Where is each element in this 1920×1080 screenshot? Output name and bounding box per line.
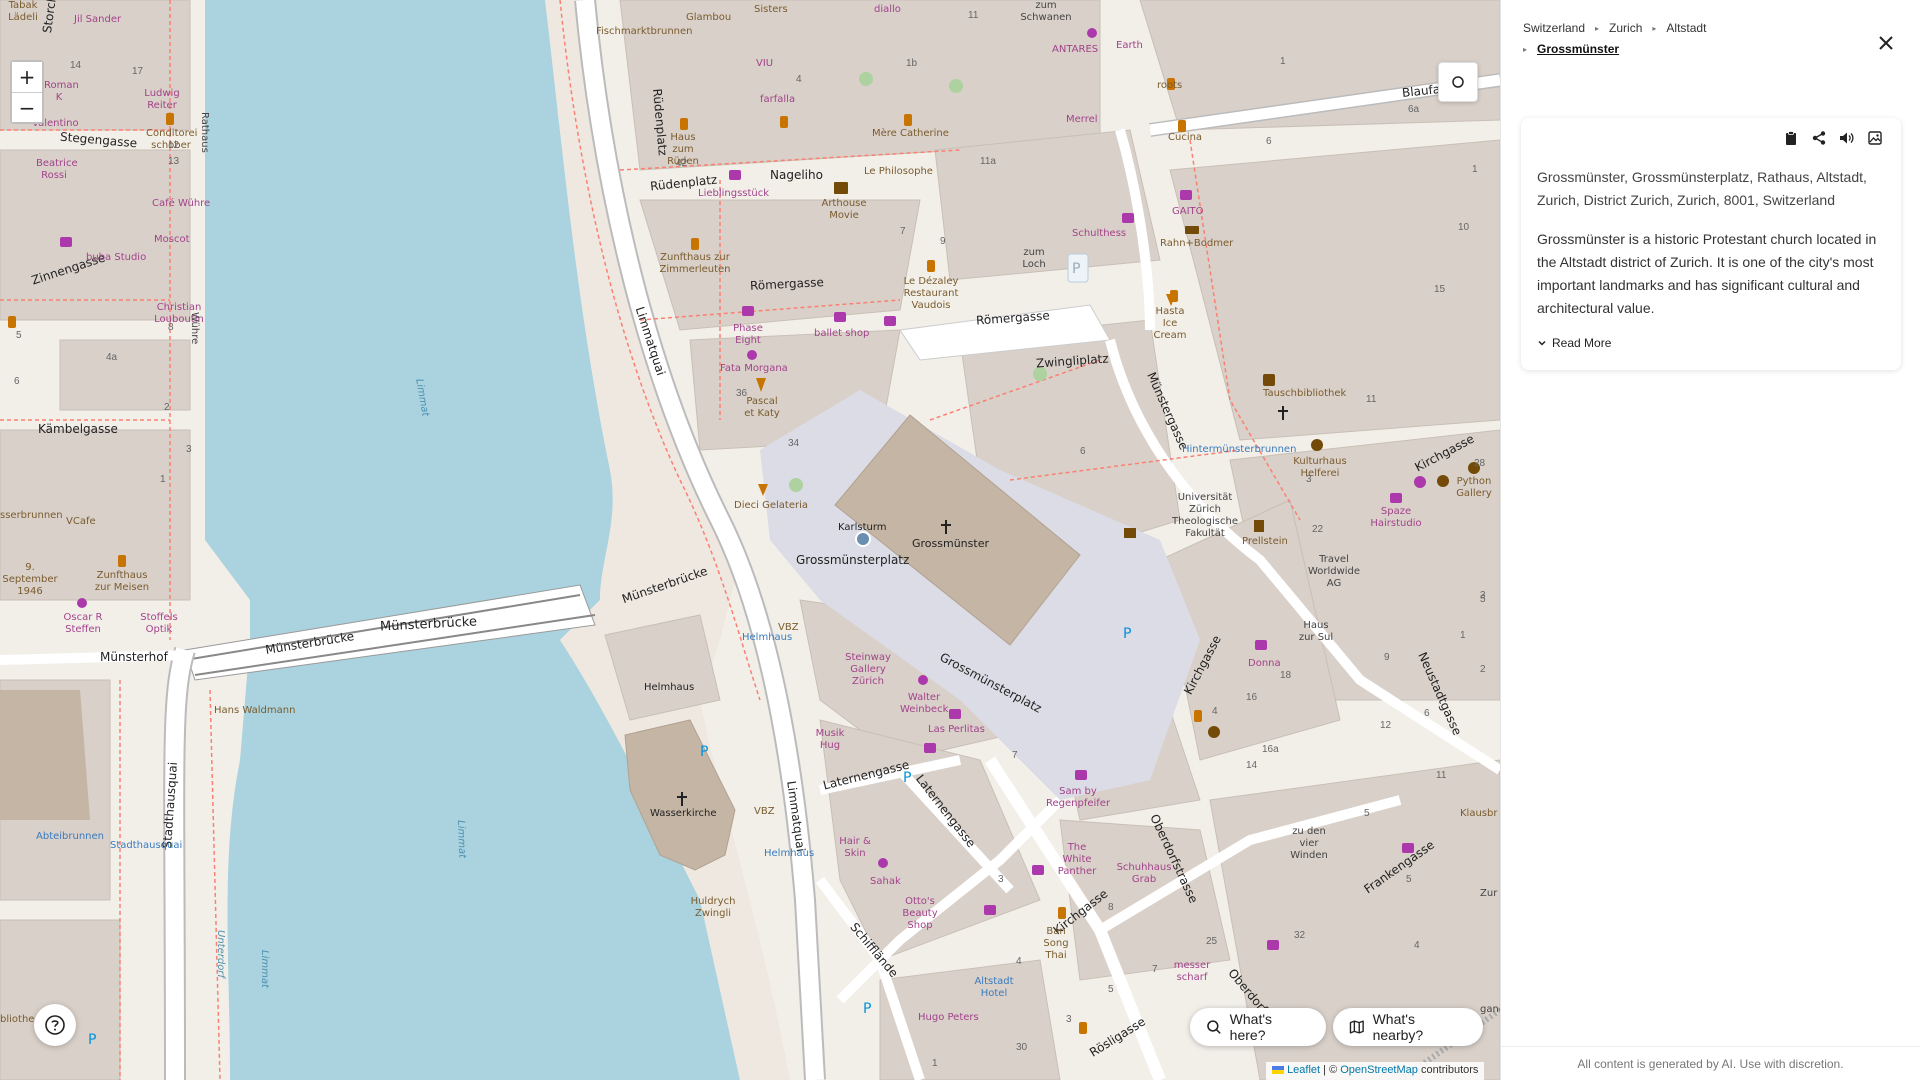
whats-here-button[interactable]: What's here? <box>1190 1008 1326 1046</box>
crosshair-icon <box>1452 76 1464 88</box>
place-card: Grossmünster, Grossmünsterplatz, Rathaus… <box>1521 118 1901 370</box>
search-icon <box>1207 1020 1221 1034</box>
breadcrumb: Switzerland ▸ Zurich ▸ Altstadt ▸ Grossmünster <box>1523 18 1853 60</box>
poi-icons-layer: P P P P P <box>8 28 1480 1048</box>
svg-text:P: P <box>863 1001 871 1017</box>
breadcrumb-item[interactable]: Zurich <box>1609 18 1642 38</box>
close-button[interactable] <box>1873 30 1899 56</box>
svg-text:P: P <box>700 744 708 760</box>
app: P P P P P P Rüdenplatz Rüdenplatz Nageli… <box>0 0 1920 1080</box>
question-icon <box>45 1015 65 1035</box>
place-description: Grossmünster is a historic Protestant ch… <box>1537 231 1877 316</box>
whats-nearby-label: What's nearby? <box>1372 1011 1424 1043</box>
whats-here-label: What's here? <box>1229 1011 1273 1043</box>
leaflet-flag-icon <box>1272 1066 1284 1075</box>
breadcrumb-current[interactable]: Grossmünster <box>1537 39 1619 59</box>
svg-text:P: P <box>1123 626 1131 642</box>
read-more-label: Read More <box>1552 336 1612 350</box>
close-icon <box>1879 36 1893 50</box>
map-view[interactable]: P P P P P P Rüdenplatz Rüdenplatz Nageli… <box>0 0 1500 1080</box>
image-icon[interactable] <box>1867 130 1883 146</box>
place-address: Grossmünster, Grossmünsterplatz, Rathaus… <box>1537 169 1867 208</box>
info-panel: Switzerland ▸ Zurich ▸ Altstadt ▸ Grossmünster <box>1500 0 1920 1080</box>
attribution-contributors: contributors <box>1417 1064 1479 1076</box>
locate-button[interactable] <box>1438 62 1478 102</box>
zoom-out-button[interactable]: − <box>12 92 42 122</box>
whats-nearby-button[interactable]: What's nearby? <box>1333 1008 1483 1046</box>
ai-disclaimer: All content is generated by AI. Use with… <box>1501 1046 1920 1080</box>
chevron-down-icon <box>1538 340 1546 346</box>
speaker-icon[interactable] <box>1839 130 1855 146</box>
breadcrumb-item[interactable]: Switzerland <box>1523 18 1585 38</box>
clipboard-icon[interactable] <box>1783 130 1799 146</box>
breadcrumb-separator-icon: ▸ <box>1652 23 1657 33</box>
zoom-in-button[interactable]: + <box>12 62 42 92</box>
card-toolbar <box>1783 130 1883 146</box>
svg-text:P: P <box>903 770 911 786</box>
breadcrumb-separator-icon: ▸ <box>1523 44 1528 54</box>
osm-link[interactable]: OpenStreetMap <box>1340 1064 1418 1076</box>
read-more-button[interactable]: Read More <box>1537 336 1611 350</box>
share-icon[interactable] <box>1811 130 1827 146</box>
attribution-separator: | © <box>1320 1064 1341 1076</box>
map-icon <box>1349 1020 1364 1034</box>
breadcrumb-item[interactable]: Altstadt <box>1666 18 1706 38</box>
help-button[interactable] <box>34 1004 76 1046</box>
svg-text:P: P <box>88 1032 96 1048</box>
zoom-control: + − <box>10 60 44 124</box>
map-attribution: Leaflet | © OpenStreetMap contributors <box>1266 1062 1485 1080</box>
breadcrumb-separator-icon: ▸ <box>1595 23 1600 33</box>
leaflet-link[interactable]: Leaflet <box>1287 1064 1320 1076</box>
